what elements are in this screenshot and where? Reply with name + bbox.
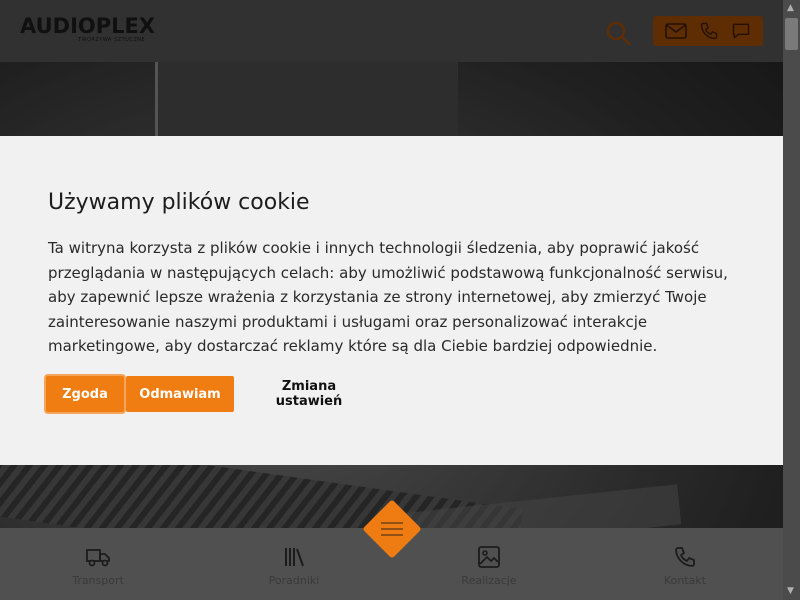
nav-item-realizacje[interactable]: Realizacje — [439, 546, 539, 587]
accept-cookies-button[interactable]: Zgoda — [46, 376, 124, 412]
menu-icon[interactable] — [381, 518, 403, 540]
nav-item-transport[interactable]: Transport — [48, 546, 148, 587]
cookie-consent-dialog: Używamy plików cookie Ta witryna korzyst… — [0, 136, 783, 465]
scrollbar[interactable]: ▲ ▼ — [783, 0, 800, 600]
scroll-down-arrow-icon[interactable]: ▼ — [787, 587, 794, 596]
scroll-up-arrow-icon[interactable]: ▲ — [787, 4, 794, 13]
cookie-title: Używamy plików cookie — [48, 190, 310, 215]
cookie-description: Ta witryna korzysta z plików cookie i in… — [48, 239, 728, 355]
nav-item-poradniki[interactable]: Poradniki — [244, 546, 344, 587]
truck-icon — [48, 546, 148, 568]
deny-cookies-button[interactable]: Odmawiam — [126, 376, 234, 412]
image-icon — [439, 546, 539, 568]
nav-label-poradniki: Poradniki — [268, 574, 320, 587]
scrollbar-thumb[interactable] — [785, 18, 798, 50]
nav-item-kontakt[interactable]: Kontakt — [635, 546, 735, 587]
nav-label-realizacje: Realizacje — [461, 574, 517, 587]
nav-label-kontakt: Kontakt — [663, 574, 707, 587]
cookie-settings-button[interactable]: Zmiana ustawień — [246, 376, 372, 412]
books-icon — [244, 546, 344, 568]
nav-label-transport: Transport — [72, 574, 124, 587]
phone-icon — [635, 546, 735, 568]
